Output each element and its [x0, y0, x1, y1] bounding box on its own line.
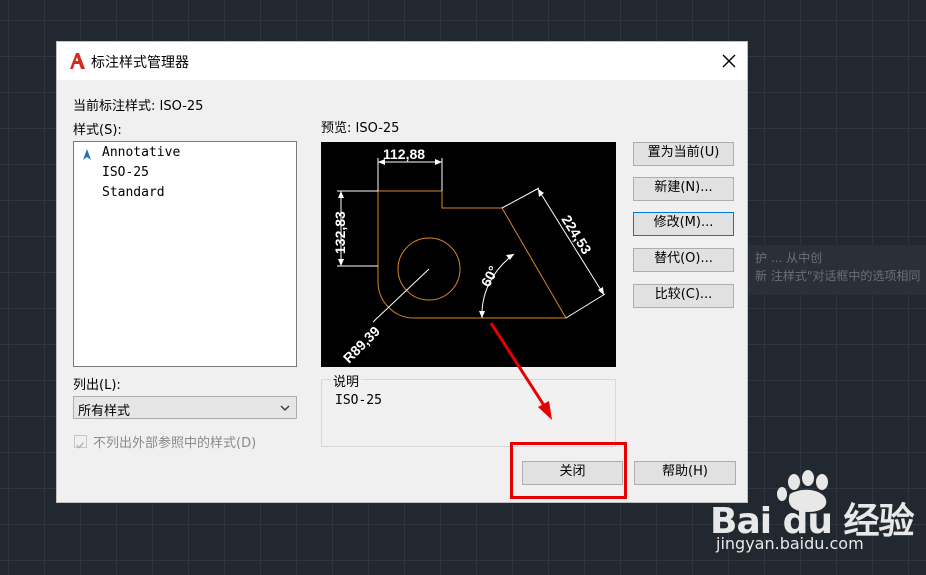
dim-top-label: 112,88	[383, 146, 425, 162]
preview-label: 预览: ISO-25	[321, 121, 400, 136]
list-item[interactable]: ISO-25	[102, 165, 149, 180]
tooltip-line-2: 新 注样式"对话框中的选项相同	[755, 269, 921, 283]
set-current-button[interactable]: 置为当前(U)	[633, 142, 734, 166]
exclude-xref-label: 不列出外部参照中的样式(D)	[93, 436, 257, 451]
new-button[interactable]: 新建(N)...	[633, 177, 734, 201]
annotative-icon	[83, 149, 91, 160]
watermark-url: jingyan.baidu.com	[716, 534, 864, 553]
dimension-style-manager-dialog: 标注样式管理器 当前标注样式: ISO-25 样式(S): Annotative…	[56, 41, 748, 503]
chevron-down-icon	[280, 405, 290, 411]
current-style-label: 当前标注样式: ISO-25	[73, 99, 204, 114]
dim-radius-label: R89,39	[340, 323, 383, 366]
preview-drawing: 112,88 132,83 224,53 60° R89,39	[332, 146, 606, 366]
compare-button[interactable]: 比较(C)...	[633, 284, 734, 308]
dialog-title: 标注样式管理器	[91, 55, 189, 71]
autocad-logo-icon	[68, 52, 86, 70]
checkmark-icon	[76, 442, 84, 449]
list-item[interactable]: Annotative	[102, 145, 180, 160]
override-button[interactable]: 替代(O)...	[633, 248, 734, 272]
list-label: 列出(L):	[73, 378, 121, 393]
list-filter-dropdown[interactable]: 所有样式	[73, 396, 297, 419]
highlight-box	[510, 442, 627, 499]
title-bar[interactable]: 标注样式管理器	[57, 42, 747, 80]
tooltip-line-1: 护 ... 从中创	[755, 251, 823, 265]
description-title: 说明	[331, 371, 362, 390]
list-item[interactable]: Standard	[102, 185, 165, 200]
background-tooltip: 护 ... 从中创 新 注样式"对话框中的选项相同	[735, 245, 926, 295]
modify-button[interactable]: 修改(M)...	[633, 212, 734, 236]
list-filter-value: 所有样式	[78, 404, 131, 419]
dim-angle-label: 60°	[478, 263, 502, 289]
dim-left-label: 132,83	[332, 211, 348, 254]
styles-label: 样式(S):	[73, 123, 122, 138]
exclude-xref-checkbox[interactable]	[74, 435, 87, 449]
styles-listbox[interactable]: Annotative ISO-25 Standard	[73, 141, 297, 367]
close-icon[interactable]	[717, 49, 741, 73]
description-text: ISO-25	[335, 393, 382, 408]
style-preview: 112,88 132,83 224,53 60° R89,39	[321, 142, 616, 367]
description-group	[321, 379, 616, 447]
